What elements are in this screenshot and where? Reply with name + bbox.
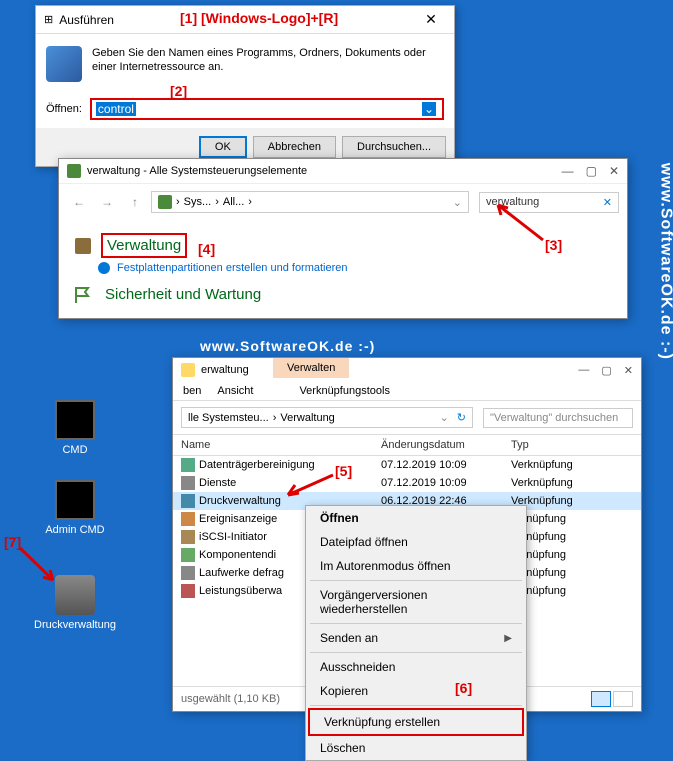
cp-title: verwaltung - Alle Systemsteuerungselemen… <box>87 165 307 177</box>
open-label: Öffnen: <box>46 103 82 115</box>
run-icon-small: ⊞ <box>44 13 53 26</box>
printer-icon <box>55 575 95 615</box>
view-icons[interactable] <box>613 691 633 707</box>
folder-icon <box>181 363 195 377</box>
desktop-cmd[interactable]: CMD <box>35 400 115 456</box>
file-row[interactable]: Dienste07.12.2019 10:09Verknüpfung <box>173 474 641 492</box>
cancel-button[interactable]: Abbrechen <box>253 136 336 158</box>
context-menu: Öffnen Dateipfad öffnen Im Autorenmodus … <box>305 505 527 761</box>
maximize-button[interactable]: ▢ <box>586 164 597 178</box>
ctx-send-to[interactable]: Senden an▶ <box>306 626 526 650</box>
ctx-copy[interactable]: Kopieren <box>306 679 526 703</box>
view-details[interactable] <box>591 691 611 707</box>
run-description: Geben Sie den Namen eines Programms, Ord… <box>92 46 444 82</box>
cmd-icon <box>55 400 95 440</box>
up-button[interactable]: ↑ <box>123 190 147 214</box>
close-button[interactable]: ✕ <box>624 364 633 377</box>
close-button[interactable]: ✕ <box>609 164 619 178</box>
minimize-button[interactable]: — <box>562 164 574 178</box>
search-input[interactable]: "Verwaltung" durchsuchen <box>483 408 633 428</box>
partition-link[interactable]: Festplattenpartitionen erstellen und for… <box>97 261 613 275</box>
annotation-7: [7] <box>4 534 21 550</box>
minimize-button[interactable]: — <box>578 364 589 377</box>
watermark-center: www.SoftwareOK.de :-) <box>200 338 375 354</box>
col-date[interactable]: Änderungsdatum <box>381 439 511 451</box>
cp-icon <box>67 164 81 178</box>
browse-button[interactable]: Durchsuchen... <box>342 136 446 158</box>
ctx-cut[interactable]: Ausschneiden <box>306 655 526 679</box>
close-button[interactable]: ✕ <box>416 11 446 28</box>
col-name[interactable]: Name <box>181 439 381 451</box>
tools-icon <box>73 236 93 256</box>
run-title: Ausführen <box>59 13 114 27</box>
ctx-open[interactable]: Öffnen <box>306 506 526 530</box>
desktop-druckverwaltung[interactable]: Druckverwaltung <box>25 575 125 631</box>
run-icon <box>46 46 82 82</box>
back-button[interactable]: ← <box>67 190 91 214</box>
forward-button[interactable]: → <box>95 190 119 214</box>
cmd-icon <box>55 480 95 520</box>
ctx-author-mode[interactable]: Im Autorenmodus öffnen <box>306 554 526 578</box>
search-input[interactable]: verwaltung ✕ <box>479 192 619 213</box>
menu-tools[interactable]: ben <box>183 385 201 397</box>
verwaltung-link[interactable]: Verwaltung <box>101 233 187 258</box>
col-type[interactable]: Typ <box>511 439 633 451</box>
desktop-admin-cmd[interactable]: Admin CMD <box>35 480 115 536</box>
ctx-open-path[interactable]: Dateipfad öffnen <box>306 530 526 554</box>
explorer-title: erwaltung <box>201 364 249 376</box>
watermark-right: www.SoftwareOK.de :-) <box>656 162 673 359</box>
menu-view[interactable]: Ansicht <box>217 385 253 397</box>
security-link[interactable]: Sicherheit und Wartung <box>101 284 265 305</box>
run-input[interactable]: control ⌄ <box>90 98 444 120</box>
ctx-create-shortcut[interactable]: Verknüpfung erstellen <box>308 708 524 736</box>
ribbon-tab[interactable]: Verwalten <box>273 358 349 378</box>
breadcrumb[interactable]: ›Sys...›All...› ⌄ <box>151 191 469 213</box>
ok-button[interactable]: OK <box>199 136 247 158</box>
run-dialog: ⊞ Ausführen ✕ Geben Sie den Namen eines … <box>35 5 455 167</box>
maximize-button[interactable]: ▢ <box>601 364 611 377</box>
ctx-previous-versions[interactable]: Vorgängerversionen wiederherstellen <box>306 583 526 621</box>
menu-link-tools[interactable]: Verknüpfungstools <box>299 385 390 397</box>
ctx-delete[interactable]: Löschen <box>306 736 526 760</box>
control-panel-window: verwaltung - Alle Systemsteuerungselemen… <box>58 158 628 319</box>
dropdown-icon[interactable]: ⌄ <box>422 102 436 116</box>
breadcrumb[interactable]: lle Systemsteu...›Verwaltung ⌄ ↻ <box>181 407 473 428</box>
cp-bc-icon <box>158 195 172 209</box>
flag-icon <box>73 285 93 305</box>
file-row[interactable]: Datenträgerbereinigung07.12.2019 10:09Ve… <box>173 456 641 474</box>
